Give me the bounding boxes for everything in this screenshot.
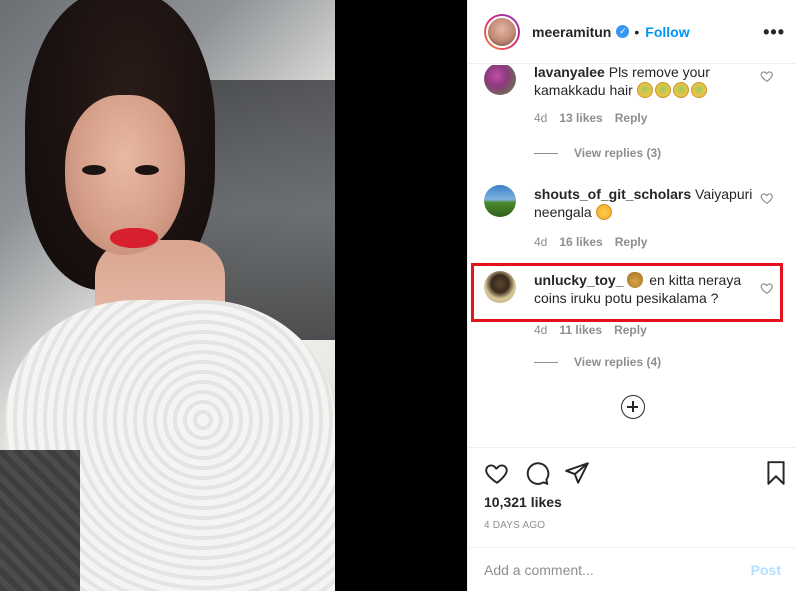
follow-button[interactable]: Follow [645,24,689,40]
comment-text: shouts_of_git_scholars Vaiyapuri neengal… [534,185,754,221]
sick-face-emoji [654,82,671,98]
add-comment-bar: Post [468,547,796,591]
comment-icon[interactable] [524,460,550,486]
post-username[interactable]: meeramitun [532,24,611,40]
photo-letterbox [335,0,467,591]
view-replies-button[interactable]: View replies (4) [534,355,661,369]
comment-username[interactable]: shouts_of_git_scholars [534,186,691,202]
comment-likes[interactable]: 13 likes [559,111,602,125]
comment-time[interactable]: 4d [534,111,547,125]
photo-eye [82,165,106,175]
post-time[interactable]: 4 DAYS AGO [484,520,545,531]
comment-time[interactable]: 4d [534,235,547,249]
comment-text: unlucky_toy_ en kitta neraya coins iruku… [534,271,754,307]
load-more-comments-icon[interactable] [621,395,645,419]
post-side-panel: meeramitun ✓ • Follow ••• lavanyalee Pls… [467,0,796,591]
comment-meta: 4d 16 likes Reply [534,235,647,249]
verified-icon: ✓ [616,25,630,38]
comment-meta: 4d 11 likes Reply [534,323,647,337]
sick-face-emoji [636,82,653,98]
sick-face-emoji [672,82,689,98]
comment-likes[interactable]: 11 likes [559,323,602,337]
comment-time[interactable]: 4d [534,323,547,337]
laughing-emoji [595,204,612,220]
sick-face-emoji [690,82,707,98]
comment-like-heart-icon[interactable] [760,281,774,295]
comment-like-heart-icon[interactable] [760,69,774,83]
post-photo[interactable] [0,0,335,591]
share-icon[interactable] [564,460,590,486]
view-replies-label: View replies (3) [574,146,662,160]
avatar[interactable] [484,13,520,50]
comment-likes[interactable]: 16 likes [559,235,602,249]
reply-button[interactable]: Reply [615,111,648,125]
post-actions: 10,321 likes 4 DAYS AGO [468,447,796,547]
comment-meta: 4d 13 likes Reply [534,111,647,125]
view-replies-label: View replies (4) [574,355,662,369]
reply-button[interactable]: Reply [614,323,647,337]
view-replies-line [534,361,558,363]
comment-avatar[interactable] [484,185,516,217]
likes-count[interactable]: 10,321 likes [484,494,562,510]
money-bag-emoji [627,272,644,288]
comment-like-heart-icon[interactable] [760,191,774,205]
comment-input[interactable] [484,561,751,578]
view-replies-line [534,152,558,154]
comment-text: lavanyalee Pls remove your kamakkadu hai… [534,65,754,99]
more-options-icon[interactable]: ••• [763,22,785,43]
comment-avatar[interactable] [484,271,516,303]
photo-lips [110,228,158,248]
comment-avatar[interactable] [484,65,516,95]
photo-shadow [0,450,80,591]
post-header: meeramitun ✓ • Follow ••• [468,0,796,64]
comment-username[interactable]: lavanyalee [534,65,605,80]
avatar-image [486,15,518,48]
view-replies-button[interactable]: View replies (3) [534,146,661,160]
comments-list[interactable]: lavanyalee Pls remove your kamakkadu hai… [468,65,796,447]
bookmark-icon[interactable] [763,460,789,486]
comment-username[interactable]: unlucky_toy_ [534,272,623,288]
separator-dot: • [634,23,640,40]
heart-icon[interactable] [484,460,510,486]
post-comment-button[interactable]: Post [751,562,781,578]
reply-button[interactable]: Reply [615,235,648,249]
photo-eye [135,165,159,175]
